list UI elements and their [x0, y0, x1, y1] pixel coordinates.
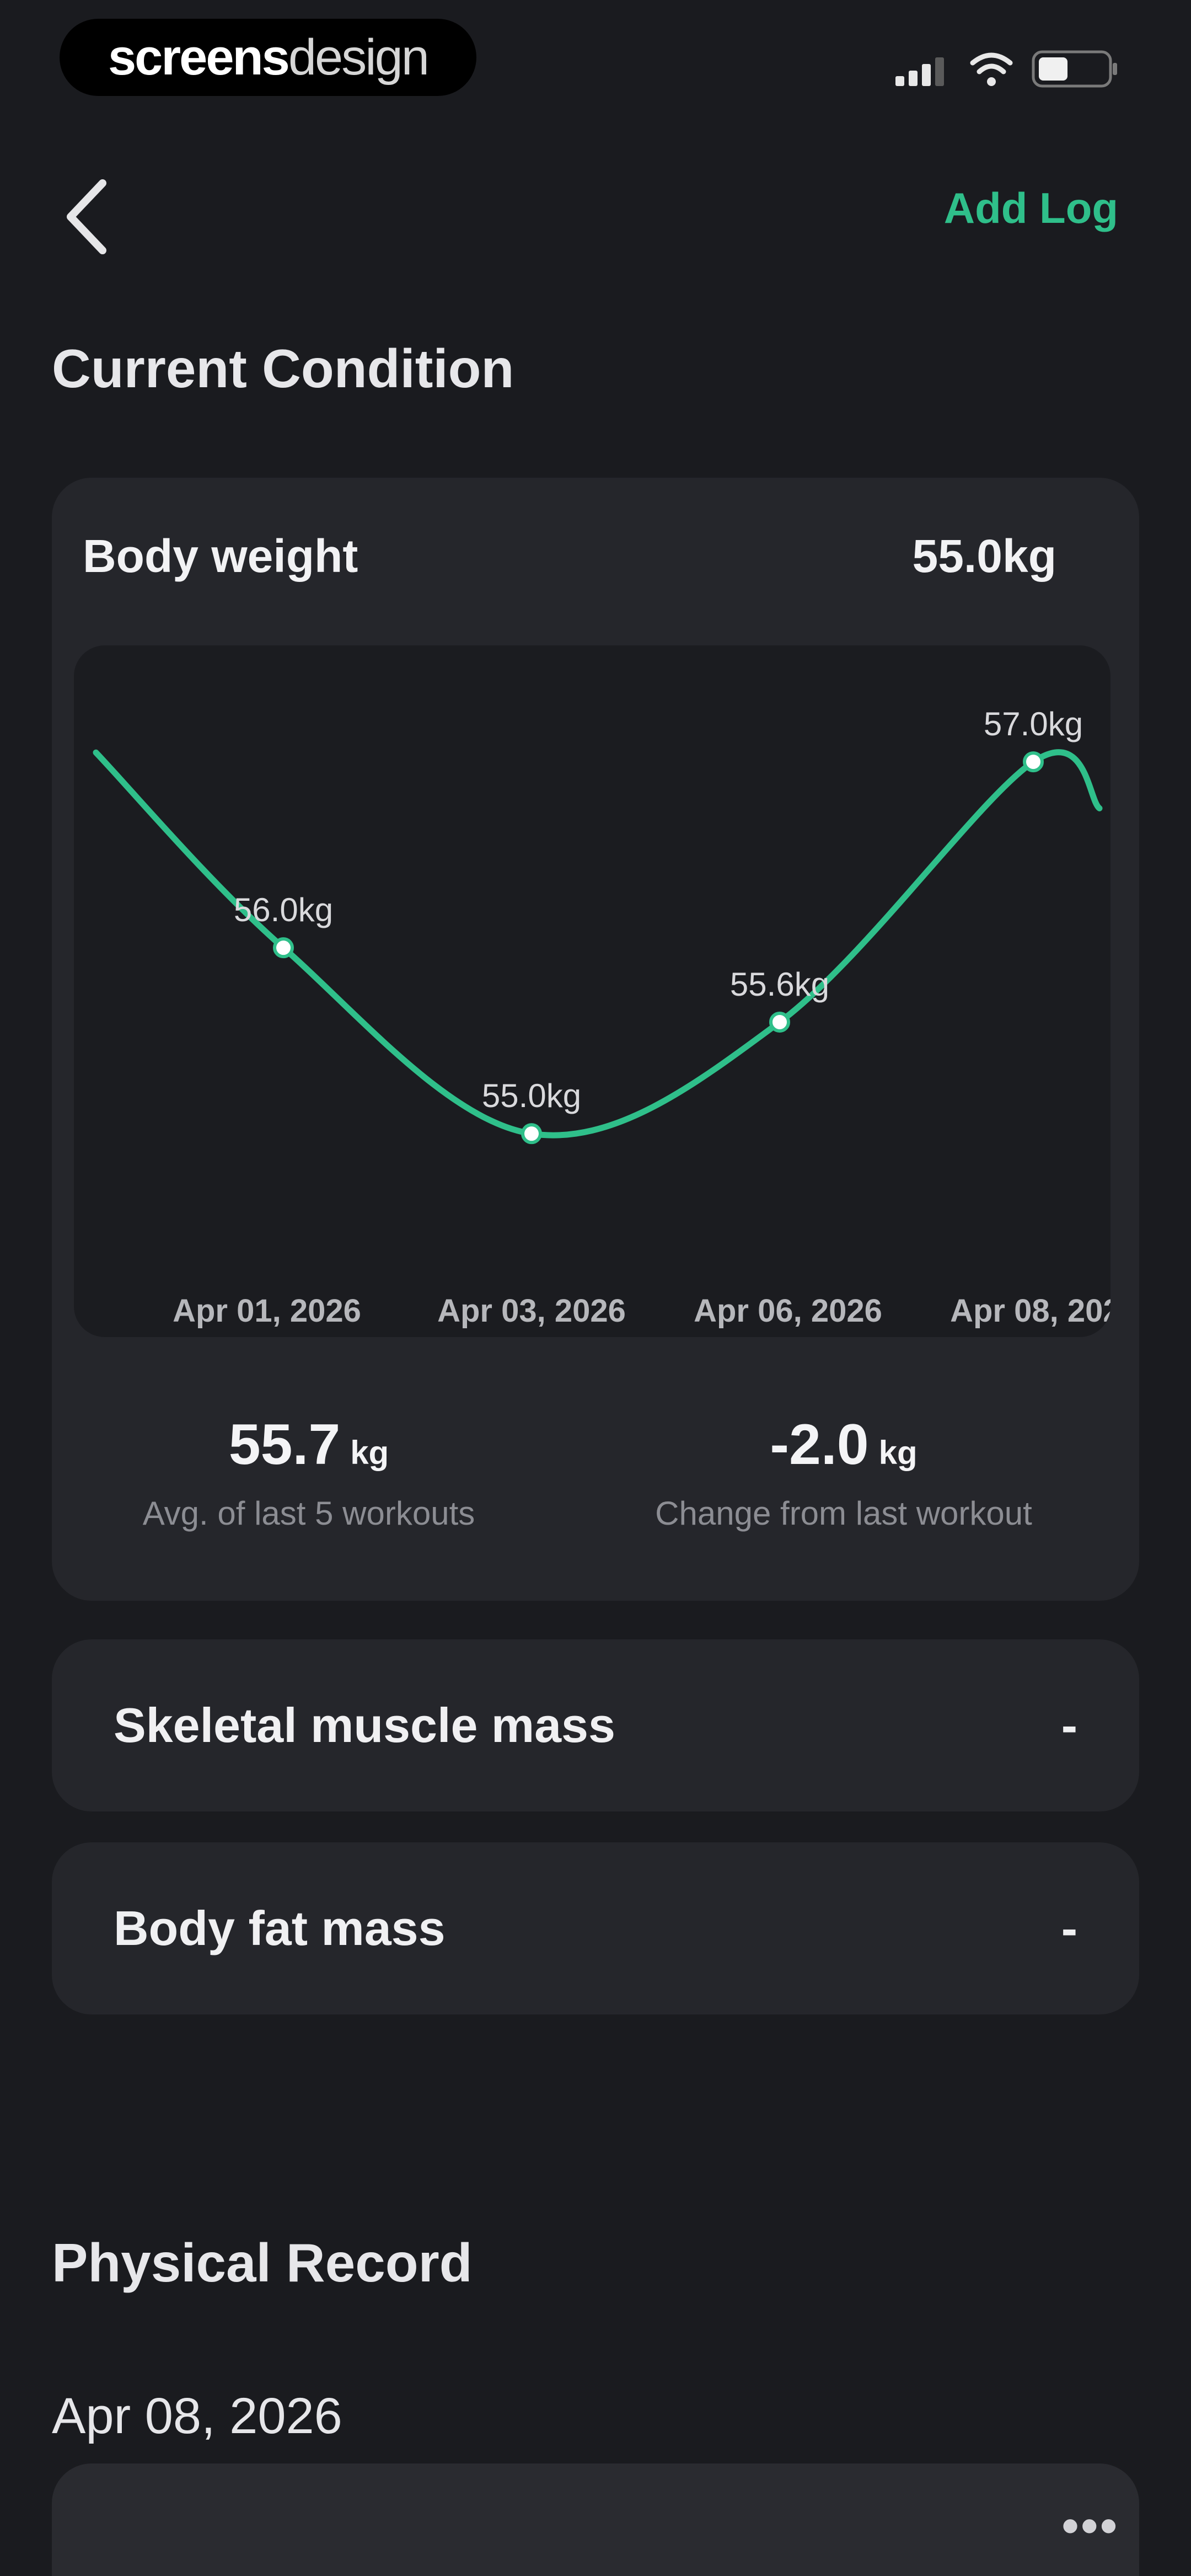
- physical-record-title: Physical Record: [52, 2232, 473, 2293]
- signal-icon: [895, 57, 944, 86]
- body-fat-mass-value: -: [1061, 1901, 1077, 1955]
- x-tick-label: Apr 08, 2026: [950, 1293, 1110, 1329]
- data-label: 55.0kg: [482, 1077, 581, 1114]
- weight-change-stat: -2.0 kg Change from last workout: [596, 1412, 1092, 1532]
- weight-chart: 56.0kg 55.0kg 55.6kg 57.0kg Apr 01, 2026 Apr…: [74, 645, 1110, 1337]
- add-log-button[interactable]: Add Log: [944, 183, 1118, 233]
- weight-data-point[interactable]: [521, 1123, 542, 1145]
- skeletal-muscle-mass-label: Skeletal muscle mass: [114, 1698, 615, 1752]
- avg-weight-value: 55.7: [228, 1413, 341, 1477]
- body-weight-value: 55.0kg: [912, 530, 1056, 582]
- weight-data-point[interactable]: [273, 937, 294, 959]
- avg-weight-stat: 55.7 kg Avg. of last 5 workouts: [61, 1412, 557, 1532]
- skeletal-muscle-mass-row[interactable]: Skeletal muscle mass -: [52, 1639, 1139, 1811]
- weight-change-value: -2.0: [770, 1413, 869, 1477]
- data-label: 56.0kg: [234, 891, 333, 928]
- body-weight-label: Body weight: [83, 530, 358, 582]
- logo-text-light: design: [288, 29, 430, 85]
- data-label: 57.0kg: [984, 706, 1083, 742]
- body-fat-mass-label: Body fat mass: [114, 1901, 446, 1955]
- weight-change-unit: kg: [878, 1434, 918, 1471]
- physical-record-card[interactable]: [52, 2463, 1139, 2576]
- wifi-icon: [970, 52, 1013, 86]
- back-button[interactable]: [60, 175, 115, 258]
- x-tick-label: Apr 03, 2026: [437, 1293, 626, 1329]
- current-condition-title: Current Condition: [52, 338, 514, 399]
- weight-series-line: [93, 749, 1103, 1139]
- weight-change-caption: Change from last workout: [655, 1495, 1032, 1532]
- more-horizontal-icon[interactable]: •••: [1062, 2498, 1119, 2554]
- status-icons: [895, 50, 1117, 88]
- body-fat-mass-row[interactable]: Body fat mass -: [52, 1842, 1139, 2014]
- logo-text-bold: screens: [108, 29, 290, 85]
- skeletal-muscle-mass-value: -: [1061, 1698, 1077, 1752]
- data-label: 55.6kg: [730, 966, 829, 1003]
- x-tick-label: Apr 01, 2026: [173, 1293, 361, 1329]
- battery-icon: [1032, 50, 1117, 88]
- avg-weight-caption: Avg. of last 5 workouts: [142, 1495, 475, 1532]
- x-tick-label: Apr 06, 2026: [694, 1293, 882, 1329]
- avg-weight-unit: kg: [350, 1434, 389, 1471]
- weight-chart-svg: 56.0kg 55.0kg 55.6kg 57.0kg Apr 01, 2026 Apr…: [93, 706, 1110, 1329]
- weight-data-point[interactable]: [769, 1011, 790, 1033]
- chevron-left-icon: [67, 179, 106, 254]
- weight-data-point[interactable]: [1023, 751, 1044, 773]
- body-weight-header: Body weight 55.0kg: [83, 530, 1056, 583]
- screensdesign-logo: screens design: [60, 19, 476, 96]
- record-date: Apr 08, 2026: [52, 2388, 342, 2444]
- screen: screens design Add Log Current Condition …: [0, 0, 1191, 2576]
